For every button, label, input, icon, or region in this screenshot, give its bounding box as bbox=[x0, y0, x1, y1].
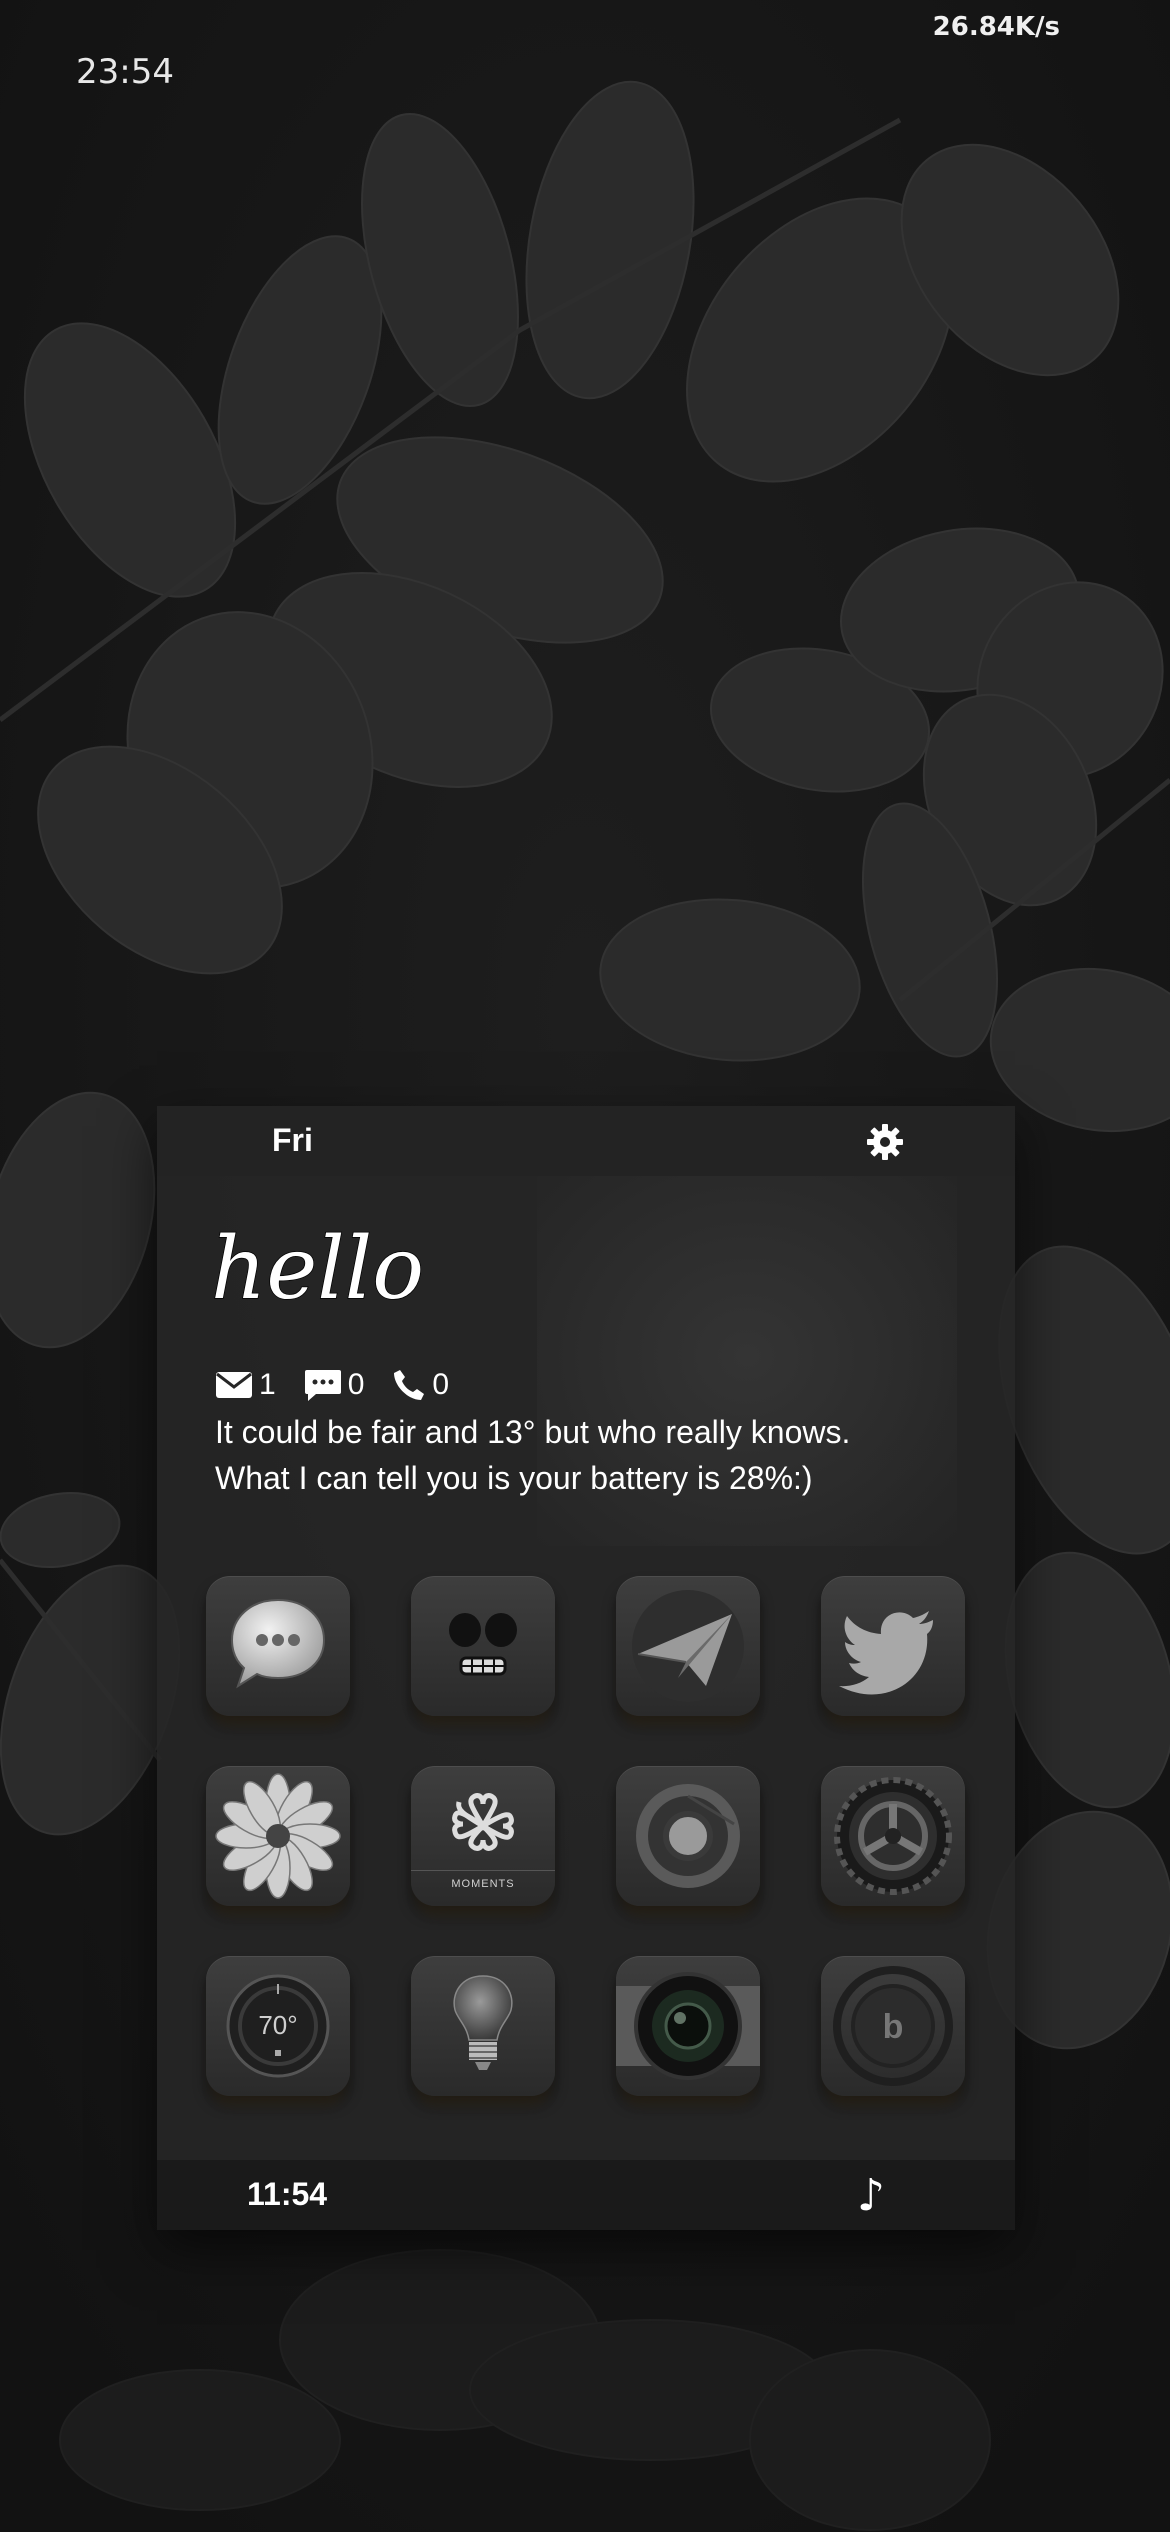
chrome-app-icon[interactable] bbox=[616, 1766, 760, 1906]
twitter-app-icon[interactable] bbox=[821, 1576, 965, 1716]
day-label: Fri bbox=[272, 1122, 313, 1158]
calls-count: 0 bbox=[432, 1368, 450, 1401]
messages-counter[interactable]: 0 bbox=[304, 1368, 365, 1402]
camera-app-icon[interactable] bbox=[616, 1956, 760, 2096]
footer-clock: 11:54 bbox=[247, 2176, 328, 2212]
paper-plane-icon bbox=[632, 1590, 744, 1702]
messages-app-icon[interactable] bbox=[206, 1576, 350, 1716]
messages-count: 0 bbox=[347, 1368, 365, 1401]
beats-app-icon[interactable]: b bbox=[821, 1956, 965, 2096]
mail-count: 1 bbox=[259, 1368, 276, 1401]
hello-logo: hello bbox=[210, 1218, 425, 1320]
music-note-icon[interactable]: ♪ bbox=[857, 2170, 885, 2221]
network-speed: 26.84K/s bbox=[932, 12, 1060, 42]
mail-icon bbox=[216, 1372, 252, 1398]
mail-counter[interactable]: 1 bbox=[215, 1368, 276, 1402]
notification-counters: 1 0 0 bbox=[215, 1368, 449, 1402]
chat-bubble-icon bbox=[304, 1370, 341, 1401]
camera-icon bbox=[616, 1972, 760, 2080]
battery-message: What I can tell you is your battery is 2… bbox=[215, 1460, 813, 1496]
svg-text:b: b bbox=[883, 2008, 904, 2046]
beats-headphones-icon: b bbox=[833, 1966, 953, 2086]
widget-footer: 11:54 ♪ bbox=[157, 2160, 1015, 2230]
settings-app-icon[interactable] bbox=[821, 1766, 965, 1906]
moments-label: MOMENTS bbox=[451, 1878, 515, 1890]
gear-icon[interactable] bbox=[865, 1122, 905, 1162]
messages-icon bbox=[230, 1598, 326, 1689]
weather-message: It could be fair and 13° but who really … bbox=[215, 1414, 851, 1450]
flower-app-icon[interactable] bbox=[206, 1766, 350, 1906]
paper-plane-app-icon[interactable] bbox=[616, 1576, 760, 1716]
chrome-icon bbox=[636, 1784, 740, 1888]
svg-text:hello: hello bbox=[211, 1219, 424, 1319]
widget-header: Fri bbox=[157, 1106, 1015, 1176]
face-app-icon[interactable] bbox=[411, 1576, 555, 1716]
face-icon bbox=[449, 1613, 517, 1676]
thermostat-app-icon[interactable]: 70° bbox=[206, 1956, 350, 2096]
flower-icon bbox=[215, 1773, 341, 1899]
status-bar-time: 23:54 bbox=[76, 52, 174, 92]
thermostat-temp: 70° bbox=[258, 2010, 298, 2040]
lightbulb-icon bbox=[453, 1975, 513, 2070]
phone-icon bbox=[394, 1370, 425, 1400]
twitter-bird-icon bbox=[839, 1611, 933, 1695]
moments-app-icon[interactable]: MOMENTS bbox=[411, 1766, 555, 1906]
settings-gear-icon bbox=[834, 1777, 952, 1895]
lightbulb-app-icon[interactable] bbox=[411, 1956, 555, 2096]
home-widget: Fri hello 1 0 0 It could be fair and 13°… bbox=[157, 1106, 1015, 2230]
calls-counter[interactable]: 0 bbox=[392, 1368, 449, 1402]
